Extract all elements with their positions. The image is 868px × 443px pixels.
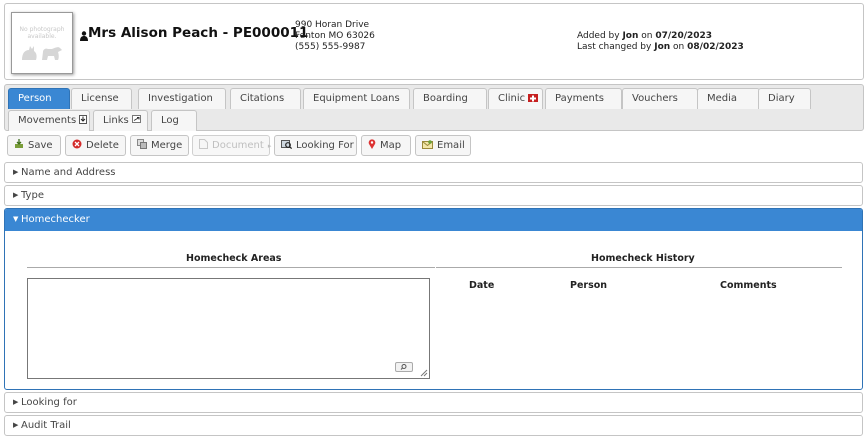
document-button[interactable]: Document ▸ xyxy=(192,135,272,156)
tab-media[interactable]: Media xyxy=(697,88,760,109)
history-column-date[interactable]: Date xyxy=(469,280,494,291)
section-looking-for[interactable]: ▶ Looking for xyxy=(4,392,863,413)
phone-number: (555) 555-9987 xyxy=(295,42,366,52)
homechecker-body: Homecheck Areas Homecheck History Date P… xyxy=(5,231,862,390)
added-by-user: Jon xyxy=(622,31,639,41)
address-line-1: 990 Horan Drive xyxy=(295,20,370,30)
added-date: 07/20/2023 xyxy=(655,31,713,41)
tab-clinic[interactable]: Clinic xyxy=(488,88,543,109)
merge-button[interactable]: Merge xyxy=(130,135,189,156)
homecheck-areas-title: Homecheck Areas xyxy=(186,253,282,264)
caret-right-icon: ▶ xyxy=(13,168,19,176)
tab-citations[interactable]: Citations xyxy=(230,88,301,109)
looking-for-button[interactable]: Looking For xyxy=(274,135,357,156)
divider xyxy=(436,267,842,268)
save-icon xyxy=(15,139,23,148)
tab-diary[interactable]: Diary xyxy=(758,88,811,109)
merge-icon xyxy=(137,139,147,149)
medical-kit-icon xyxy=(528,93,539,102)
section-header[interactable]: ▶ Looking for xyxy=(5,393,862,413)
tab-links[interactable]: Links xyxy=(93,110,148,131)
added-by-line: Added by Jon on 07/20/2023 xyxy=(577,31,713,41)
changed-by-line: Last changed by Jon on 08/02/2023 xyxy=(577,42,744,52)
chevron-right-icon: ▸ xyxy=(267,142,272,150)
looking-for-icon xyxy=(281,140,292,149)
caret-right-icon: ▶ xyxy=(13,191,19,199)
tab-equipment-loans[interactable]: Equipment Loans xyxy=(303,88,410,109)
page-title: Mrs Alison Peach - PE000011 xyxy=(88,25,309,41)
section-header[interactable]: ▼ Homechecker xyxy=(5,209,862,231)
tab-person[interactable]: Person xyxy=(8,88,70,109)
record-tabs: Person License Investigation Citations E… xyxy=(4,84,864,131)
magnifier-icon xyxy=(400,364,407,370)
cat-dog-silhouette-icon xyxy=(22,46,62,60)
tab-log[interactable]: Log xyxy=(151,110,197,131)
delete-icon xyxy=(72,139,82,149)
zoom-button[interactable] xyxy=(395,362,413,372)
tab-vouchers[interactable]: Vouchers xyxy=(622,88,698,109)
photo-placeholder-text: No photograph available. xyxy=(19,26,65,40)
caret-down-icon: ▼ xyxy=(13,215,19,223)
movement-arrow-icon xyxy=(79,114,88,124)
map-button[interactable]: Map xyxy=(361,135,411,156)
save-button[interactable]: Save xyxy=(7,135,61,156)
caret-right-icon: ▶ xyxy=(13,398,19,406)
person-icon xyxy=(80,31,88,41)
caret-right-icon: ▶ xyxy=(13,421,19,429)
tab-license[interactable]: License xyxy=(71,88,132,109)
record-audit-info: Added by Jon on 07/20/2023 Last changed … xyxy=(577,31,744,53)
history-column-comments[interactable]: Comments xyxy=(720,280,777,291)
divider xyxy=(27,267,435,268)
tab-payments[interactable]: Payments xyxy=(545,88,622,109)
map-pin-icon xyxy=(368,139,376,149)
link-box-icon xyxy=(131,115,141,123)
tab-movements[interactable]: Movements xyxy=(8,110,90,131)
section-homechecker: ▼ Homechecker Homecheck Areas Homecheck H… xyxy=(4,208,863,390)
tab-boarding[interactable]: Boarding xyxy=(413,88,487,109)
email-button[interactable]: Email xyxy=(415,135,471,156)
email-icon xyxy=(422,139,433,149)
person-photo-placeholder[interactable]: No photograph available. xyxy=(11,12,73,74)
address-line-2: Fenton MO 63026 xyxy=(295,31,375,41)
section-audit-trail[interactable]: ▶ Audit Trail xyxy=(4,415,863,436)
section-header[interactable]: ▶ Audit Trail xyxy=(5,416,862,436)
section-type[interactable]: ▶ Type xyxy=(4,185,863,206)
changed-date: 08/02/2023 xyxy=(687,42,744,52)
section-header[interactable]: ▶ Name and Address xyxy=(5,163,862,183)
changed-by-user: Jon xyxy=(654,42,671,52)
resize-handle-icon[interactable] xyxy=(419,368,428,377)
section-name-and-address[interactable]: ▶ Name and Address xyxy=(4,162,863,183)
person-header: No photograph available. Mrs Alison Peac… xyxy=(4,3,864,80)
document-icon xyxy=(199,139,208,149)
tab-investigation[interactable]: Investigation xyxy=(138,88,226,109)
delete-button[interactable]: Delete xyxy=(65,135,126,156)
homecheck-areas-textarea[interactable] xyxy=(27,278,430,379)
person-address: 990 Horan Drive Fenton MO 63026 (555) 55… xyxy=(295,20,375,53)
homecheck-history-title: Homecheck History xyxy=(591,253,695,264)
section-header[interactable]: ▶ Type xyxy=(5,186,862,206)
history-column-person[interactable]: Person xyxy=(570,280,607,291)
